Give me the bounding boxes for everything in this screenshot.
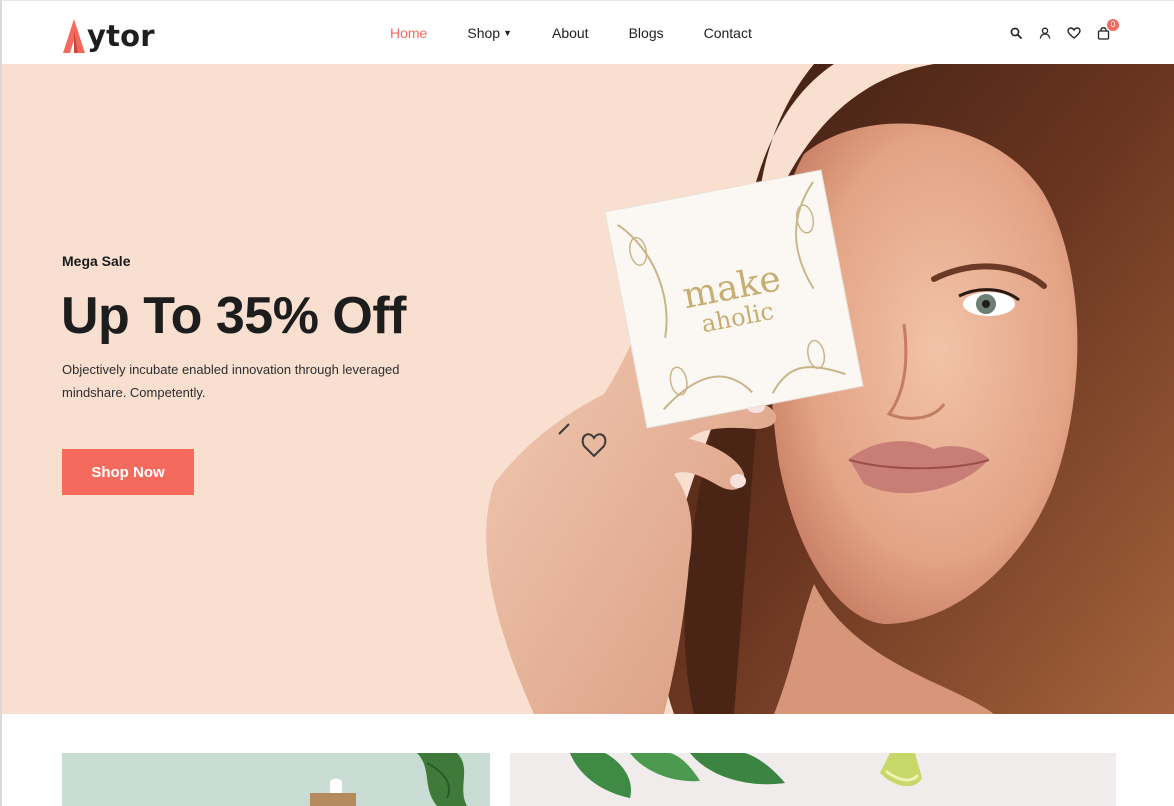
nav-shop[interactable]: Shop ▼	[467, 25, 512, 41]
promo-left-image	[62, 753, 490, 806]
header-actions: 0	[1007, 19, 1123, 42]
promo-banner-left[interactable]	[62, 753, 490, 806]
shop-now-button[interactable]: Shop Now	[62, 449, 194, 495]
nav-contact[interactable]: Contact	[704, 25, 752, 41]
site-header: ytor Home Shop ▼ About Blogs Contact 0	[2, 1, 1174, 64]
nav-home[interactable]: Home	[390, 25, 427, 41]
cart-icon[interactable]: 0	[1094, 19, 1119, 42]
brand-name: ytor	[87, 19, 155, 53]
search-icon[interactable]	[1007, 24, 1025, 42]
nav-shop-label: Shop	[467, 25, 501, 41]
hero-eyebrow: Mega Sale	[62, 253, 131, 269]
nav-about[interactable]: About	[552, 25, 589, 41]
hero-model-image: make aholic	[486, 64, 1174, 714]
user-icon[interactable]	[1036, 24, 1054, 42]
cart-count-badge: 0	[1107, 19, 1119, 31]
promo-banner-right[interactable]	[510, 753, 1116, 806]
main-nav: Home Shop ▼ About Blogs Contact	[390, 25, 792, 41]
hero-banner: make aholic Mega Sale Up To 35% Off Obje…	[2, 64, 1174, 714]
hero-description: Objectively incubate enabled innovation …	[62, 362, 400, 400]
logo-mark-icon	[63, 19, 85, 53]
hero-title: Up To 35% Off	[61, 287, 406, 345]
caret-down-icon: ▼	[503, 28, 512, 38]
heart-icon[interactable]	[1065, 24, 1083, 42]
promo-right-image	[510, 753, 1116, 806]
nav-blogs[interactable]: Blogs	[629, 25, 664, 41]
brand-logo[interactable]: ytor	[62, 12, 155, 54]
